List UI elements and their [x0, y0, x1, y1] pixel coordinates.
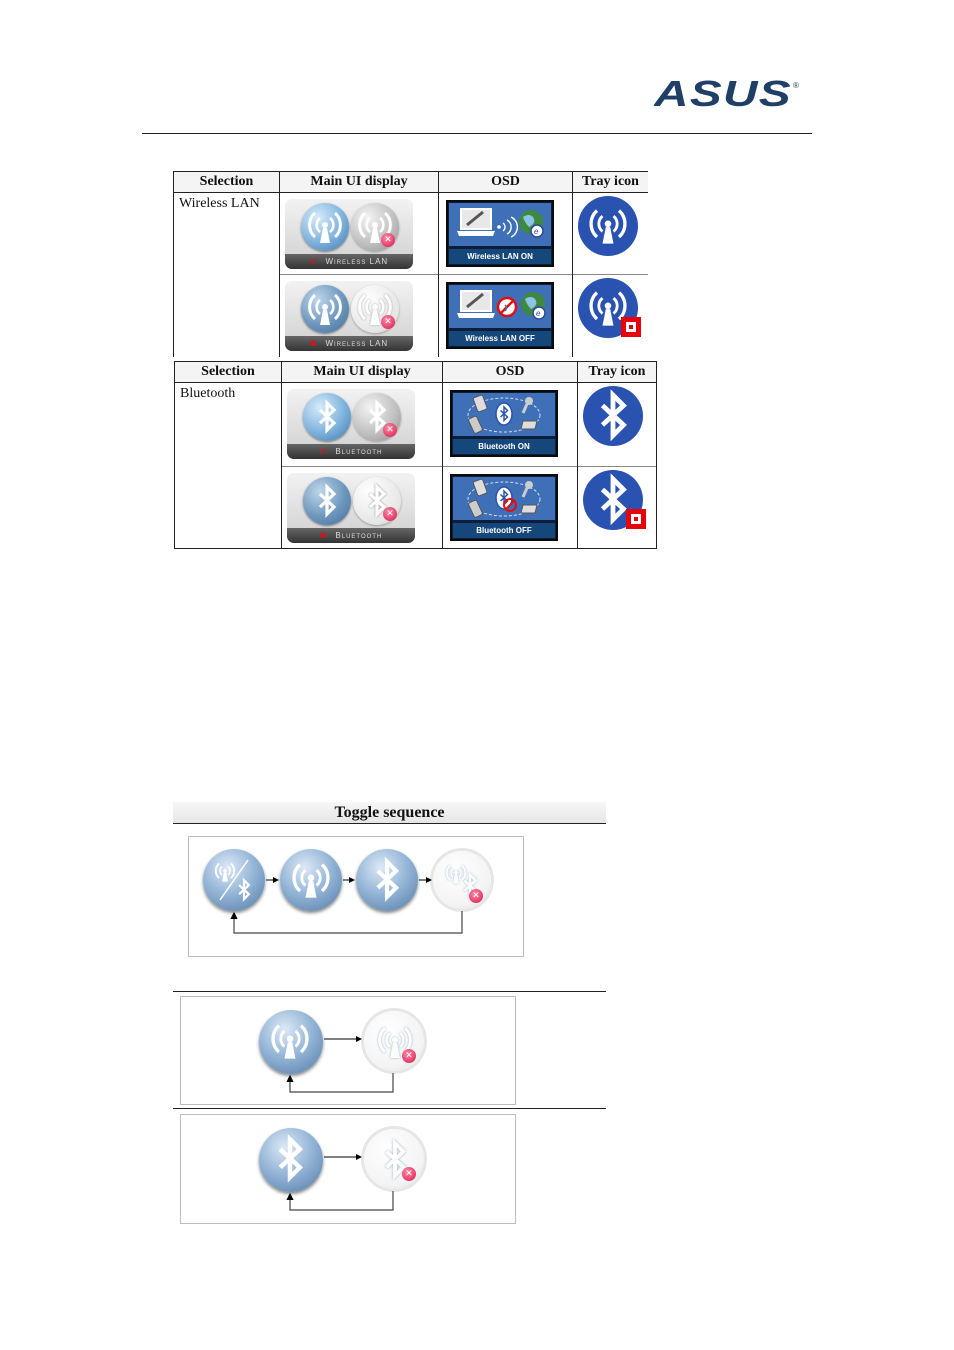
- main-ui-wlan-off: ✕ ✖ Wireless LAN: [285, 281, 413, 351]
- wlan-off-orb-icon: ✕: [351, 203, 399, 251]
- section-divider: [173, 991, 606, 992]
- disabled-badge-icon: ✕: [381, 315, 395, 329]
- selection-cell: Bluetooth: [174, 382, 282, 549]
- main-ui-cell: ✕ ✔ Bluetooth: [281, 382, 443, 467]
- sequence-arrows: [286, 1154, 394, 1211]
- main-ui-label-bar: ✖ Bluetooth: [287, 528, 415, 543]
- table-header-row: Selection Main UI display OSD Tray icon: [174, 361, 657, 383]
- header-osd: OSD: [442, 361, 578, 383]
- disabled-badge-icon: ✕: [383, 507, 397, 521]
- main-ui-label-bar: ✔ Wireless LAN: [285, 254, 413, 269]
- main-ui-label: Bluetooth: [335, 531, 383, 540]
- table-row: Wireless LAN ✕ ✔ Wireless LAN e Wireless…: [173, 192, 648, 357]
- main-ui-label: Wireless LAN: [325, 257, 389, 266]
- osd-bluetooth-on: Bluetooth ON: [450, 390, 558, 457]
- osd-cell: Bluetooth OFF: [442, 466, 578, 549]
- osd-label: Bluetooth ON: [453, 439, 555, 454]
- osd-cell: e Wireless LAN OFF: [438, 274, 573, 357]
- bluetooth-dim-orb-icon: [303, 477, 351, 525]
- osd-cell: e Wireless LAN ON: [438, 192, 573, 275]
- bluetooth-tray-icon: [582, 385, 644, 447]
- main-ui-cell: ✕ ✖ Wireless LAN: [279, 274, 439, 357]
- header-tray-icon: Tray icon: [572, 171, 648, 193]
- osd-bluetooth-off: Bluetooth OFF: [450, 474, 558, 541]
- bluetooth-off-orb-icon: ✕: [353, 477, 401, 525]
- toggle-sequence-title: Toggle sequence: [173, 802, 606, 824]
- header-selection: Selection: [173, 171, 280, 193]
- table-header-row: Selection Main UI display OSD Tray icon: [173, 171, 648, 193]
- tray-icon-cell: [572, 274, 648, 357]
- main-ui-label: Wireless LAN: [325, 339, 389, 348]
- registered-mark: ®: [793, 81, 799, 90]
- laptop-to-internet-icon: e: [457, 208, 544, 238]
- cross-mark-icon: ✖: [319, 531, 328, 540]
- osd-label: Wireless LAN ON: [449, 249, 551, 264]
- table-row: Bluetooth ✕ ✔ Bluetooth Bluetooth ON: [174, 382, 657, 549]
- disabled-badge-icon: ✕: [383, 423, 397, 437]
- main-ui-cell: ✕ ✖ Bluetooth: [281, 466, 443, 549]
- bluetooth-on-orb-icon: [303, 393, 351, 441]
- wlan-on-orb-icon: [301, 203, 349, 251]
- bluetooth-devices-icon: [467, 394, 541, 434]
- header-osd: OSD: [438, 171, 573, 193]
- bluetooth-tray-off-icon: [582, 469, 646, 531]
- main-ui-bluetooth-on: ✕ ✔ Bluetooth: [287, 389, 415, 459]
- main-ui-bluetooth-off: ✕ ✖ Bluetooth: [287, 473, 415, 543]
- selection-cell: Wireless LAN: [173, 192, 280, 357]
- logo-text: ASUS: [654, 76, 792, 112]
- sequence-arrows: [286, 1036, 394, 1093]
- checkmark-icon: ✔: [309, 257, 318, 266]
- bluetooth-blocked-devices-icon: [467, 478, 541, 518]
- header-tray-icon: Tray icon: [577, 361, 657, 383]
- wlan-dim-orb-icon: [301, 285, 349, 333]
- header-selection: Selection: [174, 361, 282, 383]
- header-main-ui-display: Main UI display: [279, 171, 439, 193]
- osd-label: Wireless LAN OFF: [449, 331, 551, 346]
- checkmark-icon: ✔: [319, 447, 328, 456]
- osd-label: Bluetooth OFF: [453, 523, 555, 538]
- main-ui-label-bar: ✖ Wireless LAN: [285, 336, 413, 351]
- svg-text:e: e: [534, 227, 539, 236]
- wlan-tray-icon: [577, 195, 639, 257]
- bluetooth-off-orb-icon: ✕: [353, 393, 401, 441]
- osd-wlan-on: e Wireless LAN ON: [446, 200, 554, 267]
- section-divider: [173, 1108, 606, 1109]
- disabled-badge-icon: ✕: [381, 233, 395, 247]
- main-ui-label: Bluetooth: [335, 447, 383, 456]
- bluetooth-toggle-sequence: ✕: [180, 1114, 516, 1224]
- main-ui-wlan-on: ✕ ✔ Wireless LAN: [285, 199, 413, 269]
- svg-text:e: e: [536, 309, 541, 318]
- red-x-badge-icon: [626, 509, 646, 529]
- main-ui-cell: ✕ ✔ Wireless LAN: [279, 192, 439, 275]
- osd-cell: Bluetooth ON: [442, 382, 578, 467]
- header-divider: [142, 133, 812, 134]
- asus-logo-icon: ASUS ®: [653, 73, 799, 114]
- laptop-blocked-internet-icon: e: [457, 290, 546, 320]
- cross-mark-icon: ✖: [309, 339, 318, 348]
- combined-toggle-sequence: ✕: [188, 836, 524, 957]
- main-ui-label-bar: ✔ Bluetooth: [287, 444, 415, 459]
- red-x-badge-icon: [621, 317, 641, 337]
- tray-icon-cell: [577, 382, 657, 467]
- sequence-arrows: [230, 877, 463, 934]
- bluetooth-table: Selection Main UI display OSD Tray icon …: [174, 361, 657, 549]
- tray-icon-cell: [572, 192, 648, 275]
- header-main-ui-display: Main UI display: [281, 361, 443, 383]
- wlan-toggle-sequence: ✕: [180, 996, 516, 1105]
- osd-wlan-off: e Wireless LAN OFF: [446, 282, 554, 349]
- tray-icon-cell: [577, 466, 657, 549]
- wireless-lan-table: Selection Main UI display OSD Tray icon …: [173, 171, 648, 357]
- asus-logo: ASUS ®: [653, 73, 804, 114]
- wlan-tray-off-icon: [577, 277, 641, 339]
- wlan-off-orb-icon: ✕: [351, 285, 399, 333]
